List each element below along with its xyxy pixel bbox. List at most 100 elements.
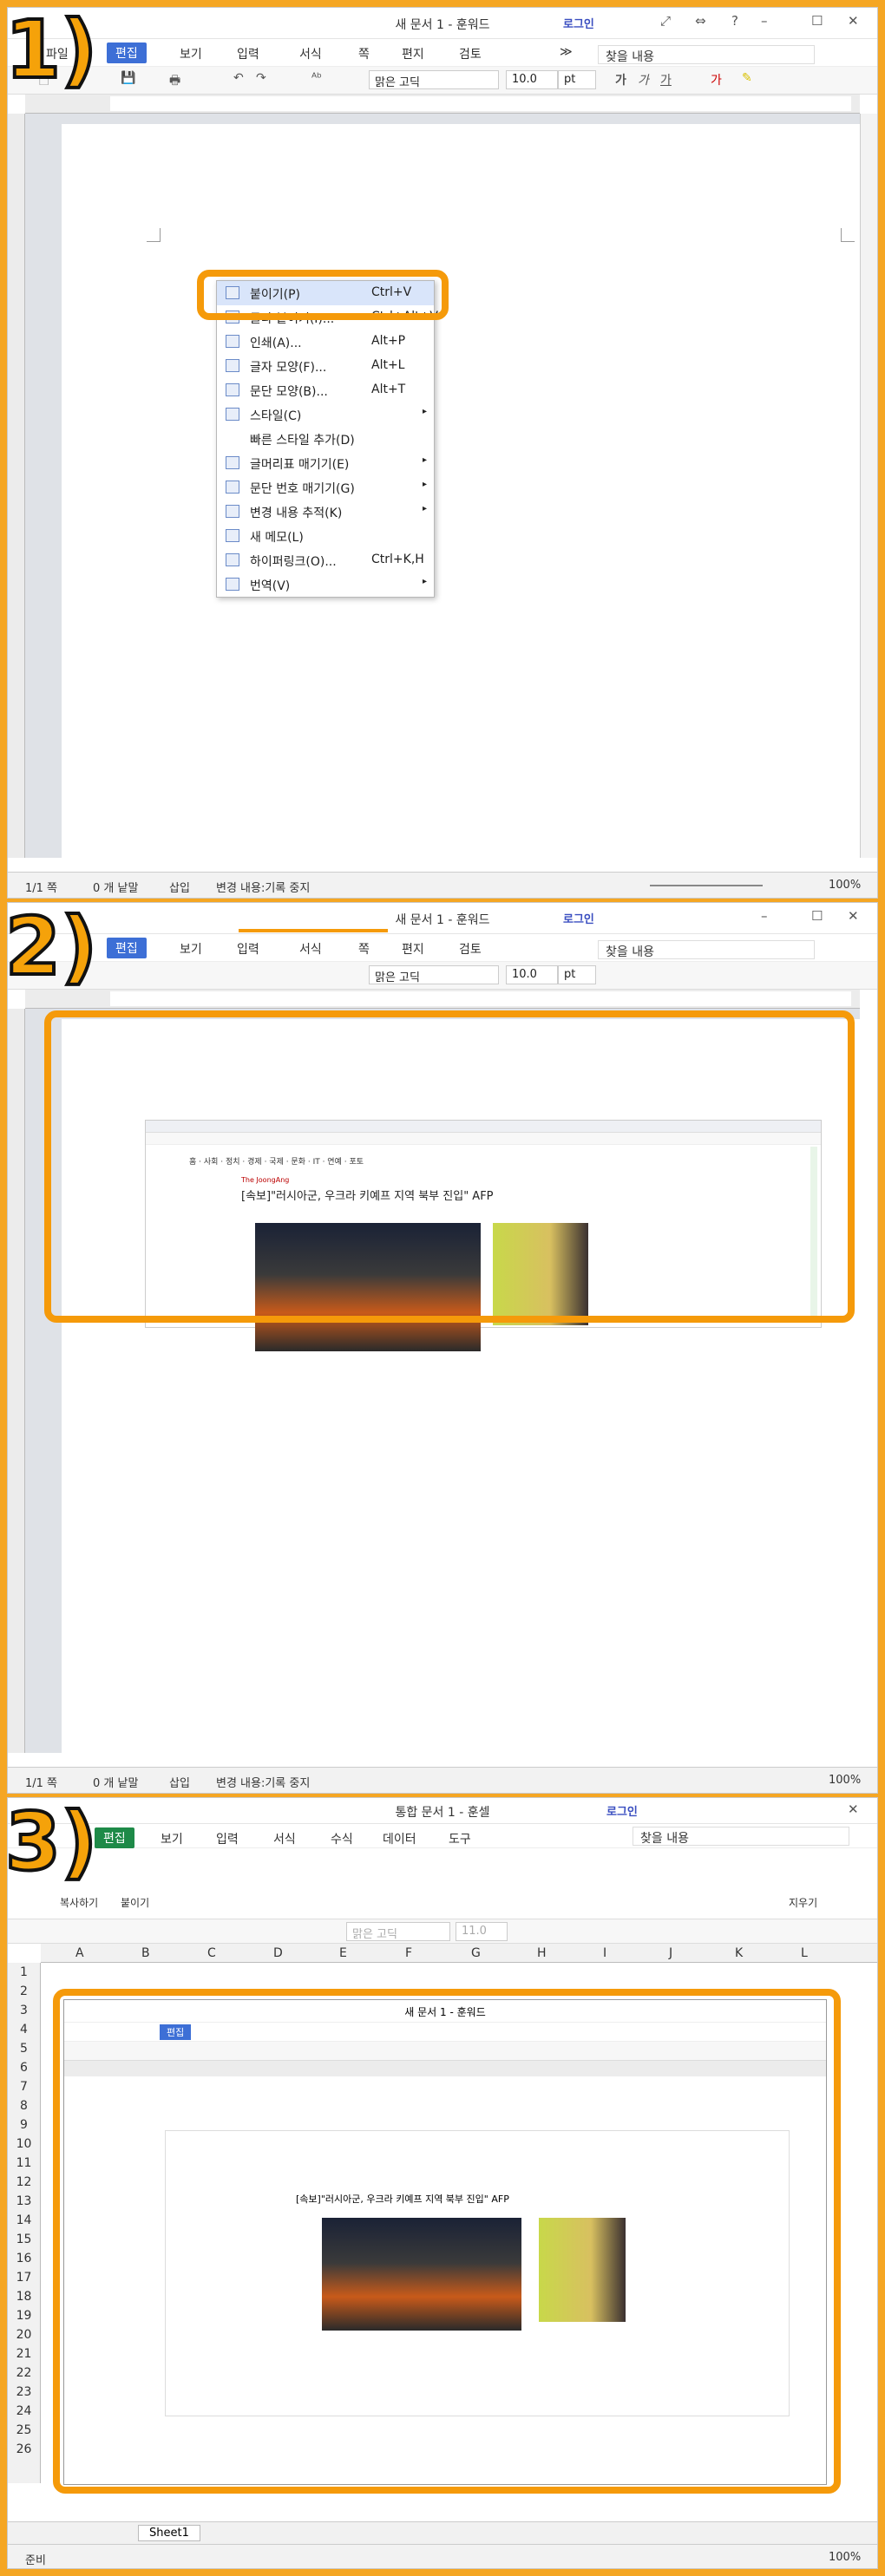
- menu-page[interactable]: 쪽: [358, 45, 370, 62]
- copy-button[interactable]: 복사하기: [60, 1895, 98, 1910]
- context-menu-item[interactable]: 번역(V) ▸: [217, 572, 434, 597]
- column-header[interactable]: H: [537, 1946, 547, 1960]
- font-color-icon[interactable]: 가: [711, 71, 722, 88]
- context-menu-item[interactable]: 글자 모양(F)... Alt+L: [217, 354, 434, 378]
- menu-edit[interactable]: 편집: [107, 938, 147, 958]
- font-size-input[interactable]: 10.0: [506, 965, 558, 984]
- context-menu-item[interactable]: 문단 모양(B)... Alt+T: [217, 378, 434, 402]
- bold-icon[interactable]: 가: [615, 71, 626, 88]
- undo-icon[interactable]: ↶: [233, 71, 244, 85]
- row-header[interactable]: 21: [8, 2344, 40, 2364]
- row-header[interactable]: 1: [8, 1963, 40, 1982]
- column-header[interactable]: D: [273, 1946, 283, 1960]
- menu-view[interactable]: 보기: [161, 1830, 183, 1847]
- save-icon[interactable]: 💾: [121, 71, 135, 85]
- redo-icon[interactable]: ↷: [256, 71, 266, 85]
- vertical-scrollbar[interactable]: [860, 114, 877, 858]
- menu-formula[interactable]: 수식: [331, 1830, 353, 1847]
- row-header[interactable]: 16: [8, 2249, 40, 2268]
- login-button[interactable]: 로그인: [563, 15, 594, 31]
- zoom-level[interactable]: 100%: [829, 879, 861, 892]
- close-icon[interactable]: ✕: [848, 13, 859, 29]
- row-header[interactable]: 5: [8, 2039, 40, 2058]
- column-header[interactable]: K: [735, 1946, 743, 1960]
- column-header[interactable]: G: [471, 1946, 481, 1960]
- track-status[interactable]: 변경 내용:기록 중지: [216, 1774, 310, 1790]
- track-status[interactable]: 변경 내용:기록 중지: [216, 879, 310, 895]
- menu-insert[interactable]: 입력: [216, 1830, 239, 1847]
- row-header[interactable]: 24: [8, 2402, 40, 2421]
- menu-tools[interactable]: 도구: [449, 1830, 471, 1847]
- insert-mode[interactable]: 삽입: [169, 1774, 190, 1790]
- context-menu-item[interactable]: 빠른 스타일 추가(D): [217, 427, 434, 451]
- row-header[interactable]: 17: [8, 2268, 40, 2287]
- sheet-tab[interactable]: Sheet1: [138, 2525, 200, 2541]
- menu-edit[interactable]: 편집: [107, 42, 147, 63]
- row-header[interactable]: 18: [8, 2287, 40, 2306]
- column-header[interactable]: L: [801, 1946, 808, 1960]
- row-header[interactable]: 8: [8, 2096, 40, 2115]
- maximize-icon[interactable]: ☐: [811, 13, 823, 29]
- row-header[interactable]: 3: [8, 2001, 40, 2020]
- search-input[interactable]: 찾을 내용: [598, 940, 815, 959]
- row-header[interactable]: 9: [8, 2115, 40, 2135]
- login-button[interactable]: 로그인: [563, 910, 594, 926]
- menu-format[interactable]: 서식: [299, 940, 322, 958]
- context-menu-item[interactable]: 글머리표 매기기(E) ▸: [217, 451, 434, 475]
- row-header[interactable]: 26: [8, 2440, 40, 2459]
- menu-review[interactable]: 검토: [459, 45, 482, 62]
- menu-page[interactable]: 쪽: [358, 940, 370, 958]
- underline-icon[interactable]: 가: [660, 71, 672, 88]
- font-size-input[interactable]: 11.0: [456, 1922, 508, 1941]
- menu-letter[interactable]: 편지: [402, 45, 424, 62]
- row-header[interactable]: 6: [8, 2058, 40, 2077]
- menu-letter[interactable]: 편지: [402, 940, 424, 958]
- menu-view[interactable]: 보기: [180, 45, 202, 62]
- menu-review[interactable]: 검토: [459, 940, 482, 958]
- print-icon[interactable]: 🖶: [169, 71, 180, 92]
- spellcheck-icon[interactable]: ᴬᵇ: [311, 71, 322, 85]
- context-menu-item[interactable]: 스타일(C) ▸: [217, 402, 434, 427]
- row-header[interactable]: 22: [8, 2364, 40, 2383]
- zoom-level[interactable]: 100%: [829, 2551, 861, 2564]
- column-header[interactable]: C: [207, 1946, 216, 1960]
- row-header[interactable]: 14: [8, 2211, 40, 2230]
- menu-edit[interactable]: 편집: [95, 1827, 134, 1848]
- row-header[interactable]: 13: [8, 2192, 40, 2211]
- font-size-input[interactable]: 10.0: [506, 70, 558, 89]
- menu-view[interactable]: 보기: [180, 940, 202, 958]
- login-button[interactable]: 로그인: [606, 1802, 638, 1819]
- help-icon[interactable]: ?: [731, 13, 738, 29]
- menu-format[interactable]: 서식: [299, 45, 322, 62]
- row-header[interactable]: 7: [8, 2077, 40, 2096]
- search-input[interactable]: 찾을 내용: [633, 1827, 849, 1846]
- font-name-select[interactable]: 맑은 고딕: [369, 70, 499, 89]
- column-header[interactable]: F: [405, 1946, 412, 1960]
- context-menu-item[interactable]: 문단 번호 매기기(G) ▸: [217, 475, 434, 500]
- row-header[interactable]: 11: [8, 2154, 40, 2173]
- zoom-level[interactable]: 100%: [829, 1774, 861, 1787]
- column-header[interactable]: I: [603, 1946, 606, 1960]
- font-name-select[interactable]: 맑은 고딕: [346, 1922, 450, 1941]
- fullscreen-icon[interactable]: ⤢: [660, 13, 671, 29]
- highlight-icon[interactable]: ✎: [742, 71, 752, 85]
- restore-icon[interactable]: ⇔: [695, 13, 706, 29]
- close-icon[interactable]: ✕: [848, 1801, 859, 1817]
- row-header[interactable]: 15: [8, 2230, 40, 2249]
- insert-mode[interactable]: 삽입: [169, 879, 190, 895]
- row-header[interactable]: 23: [8, 2383, 40, 2402]
- row-header[interactable]: 20: [8, 2325, 40, 2344]
- unit-select[interactable]: pt: [558, 965, 596, 984]
- minimize-icon[interactable]: –: [761, 13, 768, 29]
- column-header[interactable]: J: [669, 1946, 672, 1960]
- row-header[interactable]: 2: [8, 1982, 40, 2001]
- row-header[interactable]: 25: [8, 2421, 40, 2440]
- search-input[interactable]: 찾을 내용: [598, 45, 815, 64]
- row-header[interactable]: 10: [8, 2135, 40, 2154]
- context-menu-item[interactable]: 인쇄(A)... Alt+P: [217, 330, 434, 354]
- menu-insert[interactable]: 입력: [237, 940, 259, 958]
- document-page[interactable]: [62, 124, 877, 858]
- font-name-select[interactable]: 맑은 고딕: [369, 965, 499, 984]
- paste-button[interactable]: 붙이기: [121, 1895, 149, 1910]
- zoom-slider[interactable]: [650, 885, 763, 886]
